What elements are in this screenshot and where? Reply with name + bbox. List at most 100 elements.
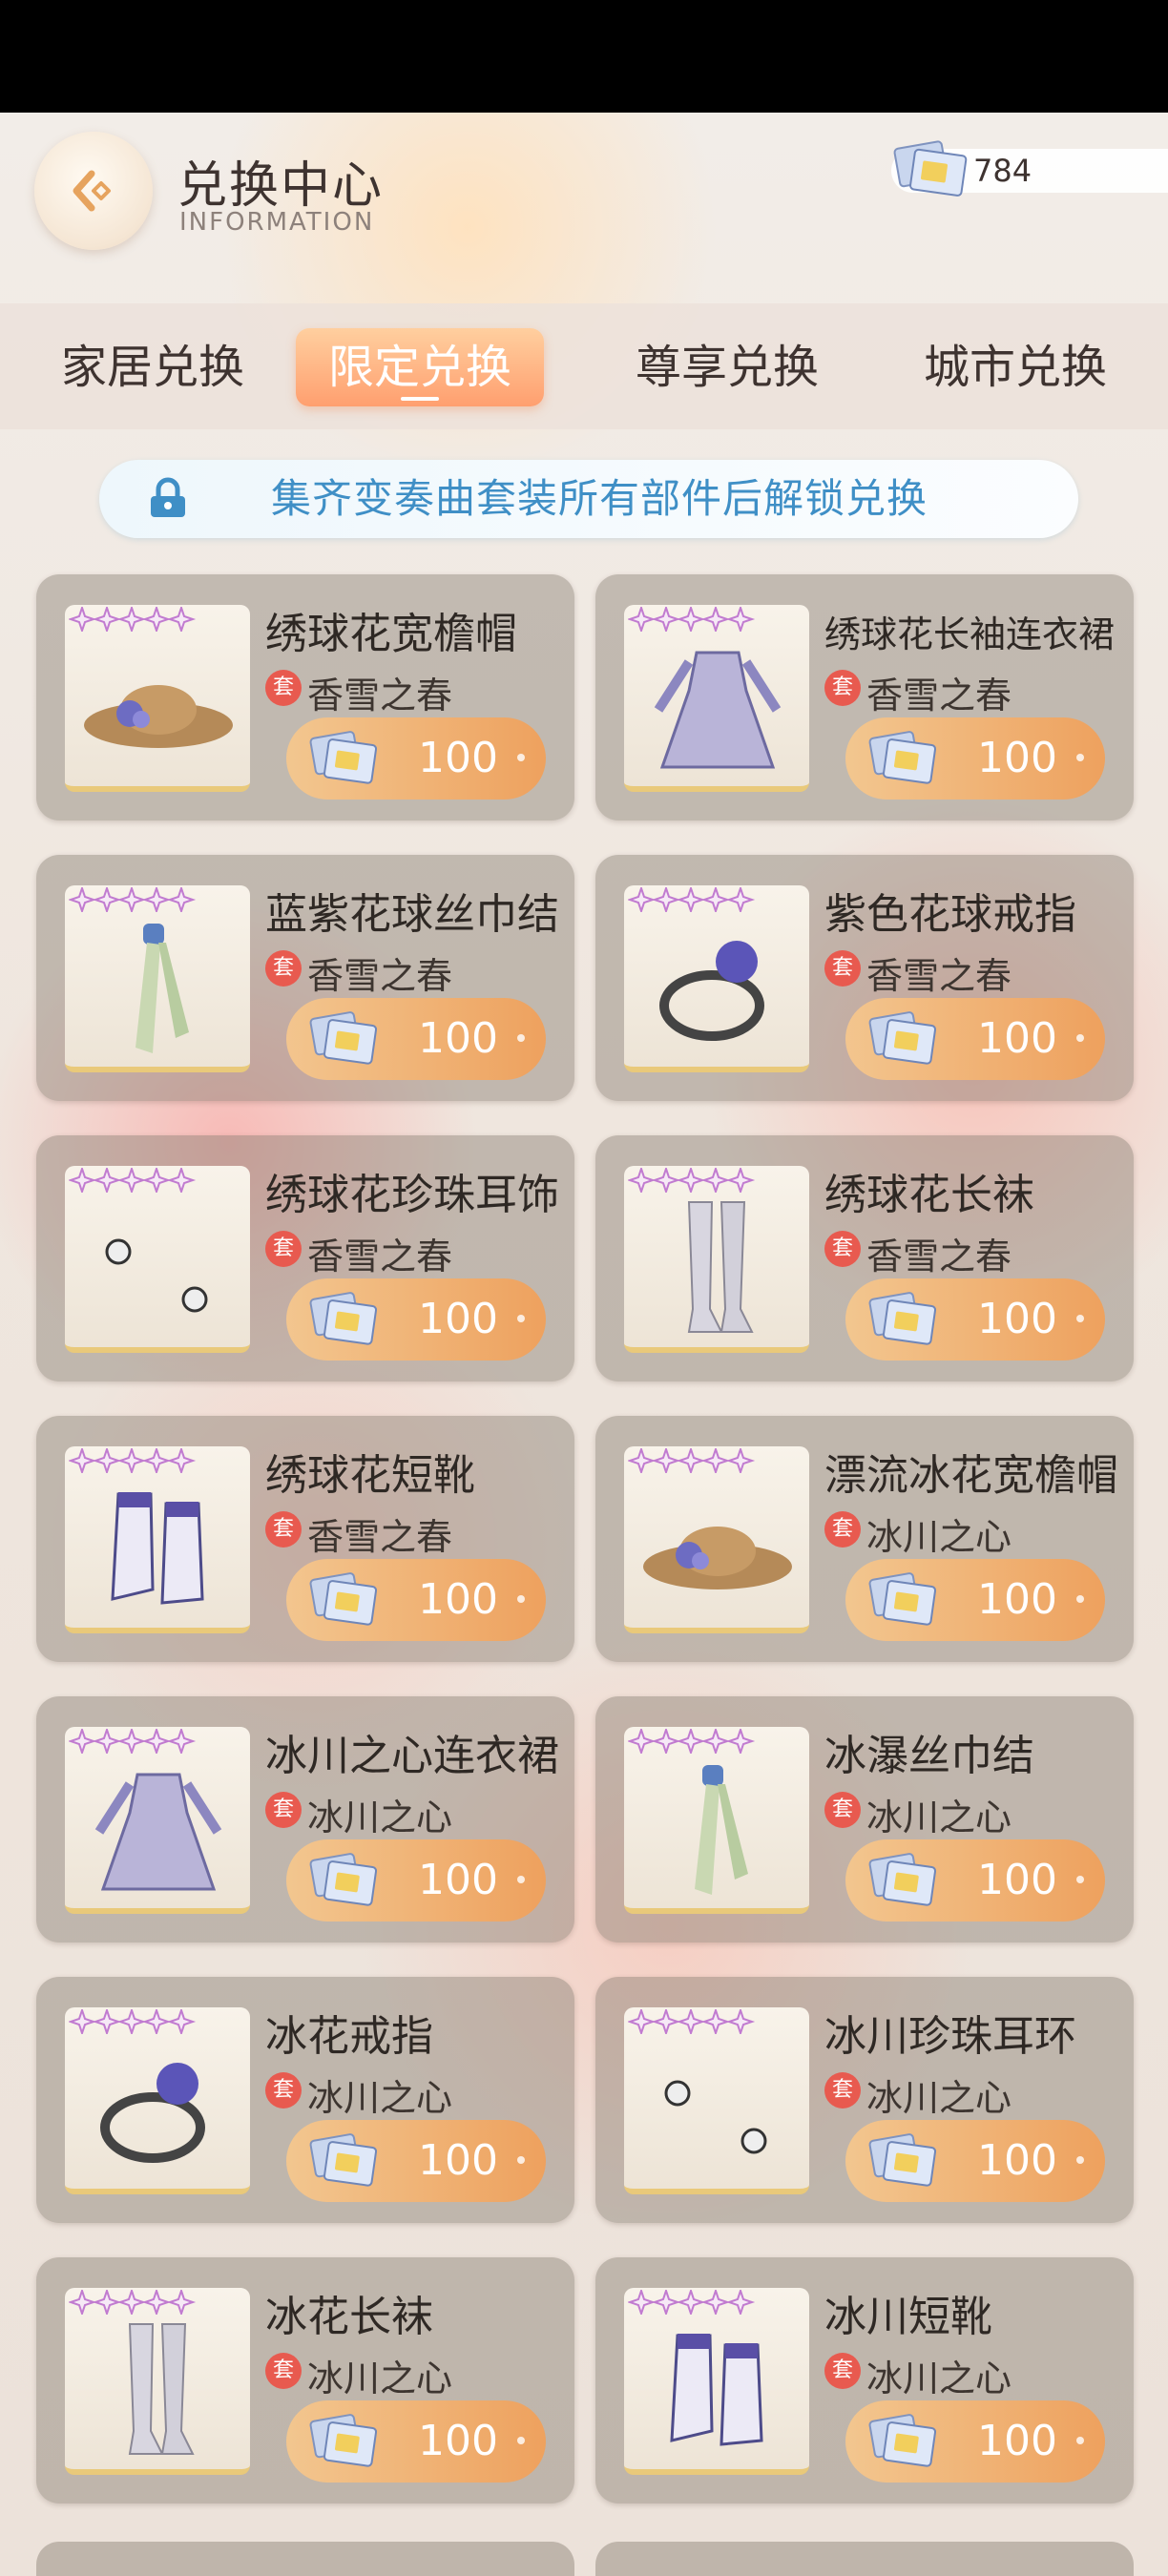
item-name: 冰川之心连衣裙 [265, 1732, 559, 1780]
item-card[interactable]: 冰花戒指套冰川之心 100 [36, 1977, 574, 2223]
page-subtitle: INFORMATION [179, 208, 375, 237]
set-badge: 套 [824, 950, 861, 987]
set-name: 香雪之春 [866, 1236, 1012, 1278]
item-card[interactable]: 冰花长袜套冰川之心 100 [36, 2257, 574, 2503]
rarity-stars [69, 1729, 197, 1754]
exchange-price-button[interactable]: 100 [286, 1839, 546, 1922]
item-name: 冰花戒指 [265, 2012, 433, 2061]
rarity-stars [628, 887, 756, 912]
exchange-price-button[interactable]: 100 [845, 1839, 1105, 1922]
tab-home-exchange[interactable]: 家居兑换 [29, 328, 277, 406]
price-dot [517, 1315, 525, 1322]
item-name: 紫色花球戒指 [824, 890, 1076, 939]
boots-icon [670, 2334, 763, 2446]
exchange-price-button[interactable]: 100 [286, 2120, 546, 2202]
set-badge: 套 [824, 1231, 861, 1267]
item-card[interactable]: 绣球花长袜套香雪之春 100 [595, 1135, 1134, 1381]
set-name: 香雪之春 [866, 955, 1012, 997]
tab-bar: 家居兑换 限定兑换 尊享兑换 城市兑换 [0, 303, 1168, 429]
item-name: 蓝紫花球丝巾结 [265, 890, 559, 939]
price-dot [1076, 1315, 1084, 1322]
lock-icon [151, 477, 185, 517]
price-value: 100 [418, 1295, 498, 1343]
set-badge: 套 [265, 1792, 302, 1828]
set-badge: 套 [265, 2072, 302, 2109]
item-card[interactable]: 绣球花长袖连衣裙套香雪之春 100 [595, 574, 1134, 821]
rarity-stars [628, 2290, 756, 2315]
item-name: 冰川珍珠耳环 [824, 2012, 1076, 2061]
item-name: 绣球花短靴 [265, 1451, 475, 1500]
exchange-price-button[interactable]: 100 [845, 2400, 1105, 2483]
exchange-price-button[interactable]: 100 [845, 2120, 1105, 2202]
rarity-stars [69, 887, 197, 912]
item-card[interactable]: 漂流冰花宽檐帽套冰川之心 100 [595, 1416, 1134, 1662]
ring-icon [100, 2063, 205, 2163]
price-value: 100 [977, 1575, 1057, 1624]
exchange-ticket-icon [309, 1572, 378, 1626]
price-value: 100 [977, 2417, 1057, 2465]
price-value: 100 [418, 734, 498, 782]
rarity-stars [69, 1448, 197, 1473]
set-name: 香雪之春 [866, 675, 1012, 717]
price-value: 100 [977, 1014, 1057, 1063]
rarity-stars [628, 2009, 756, 2034]
item-name: 绣球花宽檐帽 [265, 610, 517, 658]
price-dot [1076, 2437, 1084, 2444]
item-card[interactable]: 蓝紫花球丝巾结套香雪之春 100 [36, 855, 574, 1101]
page-title: 兑换中心 [177, 157, 385, 215]
item-name: 冰花长袜 [265, 2293, 433, 2341]
item-card[interactable]: 绣球花短靴套香雪之春 100 [36, 1416, 574, 1662]
price-value: 100 [418, 1856, 498, 1904]
exchange-price-button[interactable]: 100 [286, 1278, 546, 1361]
exchange-price-button[interactable]: 100 [286, 1559, 546, 1641]
item-card-partial[interactable] [595, 2542, 1134, 2576]
scarf-icon [136, 924, 189, 1053]
item-card[interactable]: 绣球花珍珠耳饰套香雪之春 100 [36, 1135, 574, 1381]
set-name: 香雪之春 [307, 675, 453, 717]
exchange-ticket-icon [868, 1853, 937, 1906]
set-name: 冰川之心 [866, 2077, 1012, 2119]
item-card[interactable]: 冰川珍珠耳环套冰川之心 100 [595, 1977, 1134, 2223]
rarity-stars [69, 2290, 197, 2315]
exchange-ticket-icon [868, 1292, 937, 1345]
item-card[interactable]: 冰瀑丝巾结套冰川之心 100 [595, 1696, 1134, 1942]
exchange-price-button[interactable]: 100 [845, 717, 1105, 800]
set-badge: 套 [265, 2353, 302, 2389]
price-dot [1076, 1595, 1084, 1603]
tab-limited-exchange[interactable]: 限定兑换 [296, 328, 544, 406]
exchange-ticket-icon [309, 1011, 378, 1065]
exchange-ticket-icon [868, 731, 937, 784]
exchange-price-button[interactable]: 100 [286, 998, 546, 1080]
exchange-price-button[interactable]: 100 [845, 998, 1105, 1080]
tab-city-exchange[interactable]: 城市兑换 [891, 328, 1139, 406]
price-dot [517, 2156, 525, 2164]
set-badge: 套 [265, 950, 302, 987]
hat-icon [643, 1527, 792, 1589]
item-card-partial[interactable] [36, 2542, 574, 2576]
price-value: 100 [977, 734, 1057, 782]
back-button[interactable] [34, 132, 153, 250]
scarf-icon [695, 1765, 748, 1895]
item-card[interactable]: 冰川之心连衣裙套冰川之心 100 [36, 1696, 574, 1942]
rarity-stars [69, 607, 197, 632]
tab-premium-exchange[interactable]: 尊享兑换 [603, 328, 851, 406]
set-badge: 套 [824, 2353, 861, 2389]
exchange-price-button[interactable]: 100 [845, 1559, 1105, 1641]
back-arrow-icon [73, 170, 111, 212]
price-dot [517, 2437, 525, 2444]
ring-icon [659, 941, 764, 1041]
item-card[interactable]: 冰川短靴套冰川之心 100 [595, 2257, 1134, 2503]
exchange-price-button[interactable]: 100 [286, 717, 546, 800]
item-name: 绣球花长袜 [824, 1171, 1034, 1219]
set-name: 冰川之心 [307, 1797, 453, 1839]
set-name: 香雪之春 [307, 1236, 453, 1278]
item-card[interactable]: 绣球花宽檐帽套香雪之春 100 [36, 574, 574, 821]
set-badge: 套 [824, 670, 861, 706]
exchange-ticket-icon [868, 1011, 937, 1065]
price-value: 100 [977, 2136, 1057, 2185]
price-dot [1076, 2156, 1084, 2164]
exchange-price-button[interactable]: 100 [286, 2400, 546, 2483]
item-card[interactable]: 紫色花球戒指套香雪之春 100 [595, 855, 1134, 1101]
exchange-price-button[interactable]: 100 [845, 1278, 1105, 1361]
price-value: 100 [977, 1295, 1057, 1343]
